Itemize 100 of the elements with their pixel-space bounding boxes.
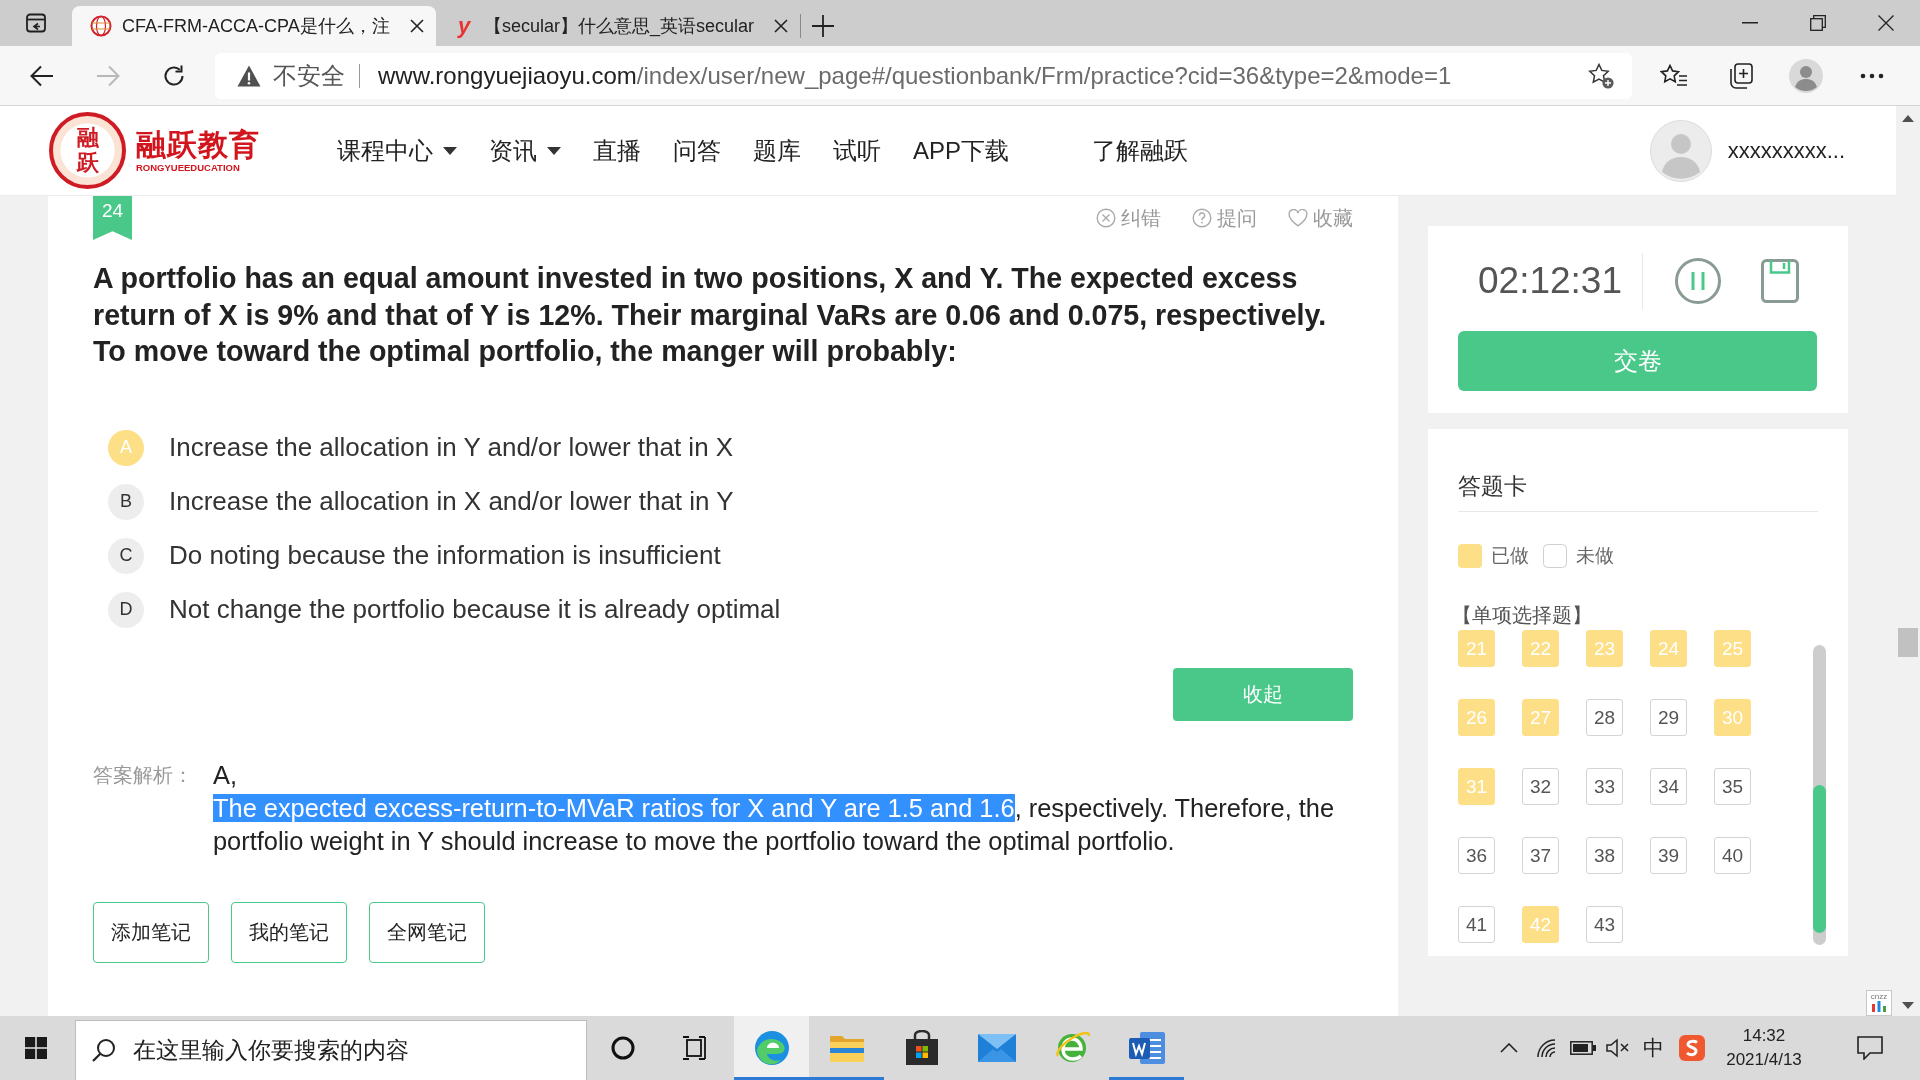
collections-icon[interactable]: [1727, 62, 1753, 89]
search-field[interactable]: 在这里输入你要搜索的内容: [75, 1020, 587, 1080]
question-number-button[interactable]: 38: [1586, 837, 1623, 874]
notes-button[interactable]: 我的笔记: [231, 901, 347, 963]
nav-link[interactable]: 课程中心: [337, 134, 457, 167]
scroll-down-icon[interactable]: [1902, 1002, 1914, 1009]
security-label[interactable]: 不安全: [273, 59, 345, 92]
scrollbar[interactable]: [1813, 645, 1826, 945]
option-marker[interactable]: D: [108, 591, 144, 628]
globe-emblem-icon: [90, 15, 112, 37]
page-scrollbar[interactable]: [1896, 106, 1920, 1016]
question-number-badge: 24: [93, 196, 132, 240]
folder-icon: [828, 1033, 865, 1063]
input-method-indicator[interactable]: 中: [1636, 1034, 1670, 1062]
option-text[interactable]: Do noting because the information is insufficient: [169, 540, 721, 571]
explanation-text: The expected excess-return-to-MVaR ratios for X and Y are 1.5 and 1.6, respectively. Therefore, the portfolio weight in Y should increase to move the portfolio toward the optimal portfolio.: [213, 792, 1336, 857]
question-number-button[interactable]: 34: [1650, 768, 1687, 805]
nav-link[interactable]: 资讯: [489, 134, 561, 167]
timer-text: 02:12:31: [1477, 260, 1623, 302]
scrollbar-thumb[interactable]: [1898, 628, 1918, 657]
warning-icon: [237, 64, 261, 87]
question-number-button[interactable]: 40: [1714, 837, 1751, 874]
nav-link[interactable]: 直播: [593, 134, 641, 167]
answer-card-title: 答题卡: [1458, 471, 1818, 512]
question-number-button[interactable]: 32: [1522, 768, 1559, 805]
circle-question-icon: [1192, 208, 1212, 228]
nav-link[interactable]: 了解融跃: [1092, 134, 1189, 167]
question-number-button[interactable]: 29: [1650, 699, 1687, 736]
star-plus-icon[interactable]: [1588, 62, 1614, 89]
clock-date[interactable]: 2021/4/13: [1726, 1048, 1802, 1072]
reload-icon[interactable]: [163, 64, 185, 87]
legend-label: 已做: [1491, 544, 1529, 568]
envelope-icon: [977, 1034, 1016, 1062]
browser-tab[interactable]: CFA-FRM-ACCA-CPA是什么，注: [72, 6, 436, 46]
shopping-bag-icon: [904, 1030, 939, 1066]
question-number-button[interactable]: 28: [1586, 699, 1623, 736]
ring-icon[interactable]: [611, 1036, 635, 1060]
notes-button[interactable]: 添加笔记: [93, 901, 209, 963]
browser-tab[interactable]: y 【secular】什么意思_英语secular: [436, 6, 800, 46]
logo-tagline: RONGYUEEDUCATION: [136, 161, 240, 174]
analysis-label: 答案解析：: [93, 762, 194, 788]
question-number-button[interactable]: 36: [1458, 837, 1495, 874]
question-number-button[interactable]: 39: [1650, 837, 1687, 874]
back-arrow-icon[interactable]: [30, 64, 54, 87]
chevron-up-icon[interactable]: [1500, 1043, 1518, 1053]
section-title: 【单项选择题】: [1452, 603, 1593, 627]
tab-actions-icon[interactable]: [24, 11, 48, 35]
option-text[interactable]: Increase the allocation in Y and/or lower that in X: [169, 432, 734, 463]
wifi-icon[interactable]: [1536, 1038, 1558, 1058]
nav-link[interactable]: 问答: [673, 134, 721, 167]
stats-badge-label: cnzz: [1870, 992, 1888, 1001]
notification-icon[interactable]: [1857, 1036, 1883, 1060]
task-view-icon[interactable]: [682, 1036, 708, 1060]
notes-button[interactable]: 全网笔记: [369, 901, 485, 963]
option-text[interactable]: Increase the allocation in X and/or lower that in Y: [169, 486, 734, 517]
url-text[interactable]: www.rongyuejiaoyu.com/index/user/new_page#/questionbank/Frm/practice?cid=36&type=2&mode=1: [378, 61, 1452, 90]
start-icon[interactable]: [25, 1037, 47, 1059]
question-number-button[interactable]: 43: [1586, 906, 1623, 943]
filled-swatch-icon: [1458, 544, 1482, 568]
address-bar[interactable]: 不安全 www.rongyuejiaoyu.com/index/user/new_page#/questionbank/Frm/practice?cid=36&type=2&mode=1: [215, 52, 1632, 99]
favicon-letter: y: [456, 15, 472, 37]
browser-icon: [753, 1030, 790, 1066]
question-number-button[interactable]: 33: [1586, 768, 1623, 805]
option-marker[interactable]: C: [108, 537, 144, 574]
favorites-icon[interactable]: [1660, 63, 1688, 88]
close-icon[interactable]: [1878, 15, 1894, 31]
plus-icon[interactable]: [812, 15, 834, 37]
stats-badge[interactable]: cnzz: [1866, 990, 1892, 1016]
question-number-button[interactable]: 41: [1458, 906, 1495, 943]
ime-logo-icon[interactable]: [1679, 1035, 1705, 1061]
scrollbar-thumb[interactable]: [1813, 785, 1826, 933]
circle-x-icon: [1096, 208, 1116, 228]
scroll-up-icon[interactable]: [1902, 115, 1914, 122]
nav-link[interactable]: 试听: [833, 134, 881, 167]
profile-avatar-icon[interactable]: [1789, 58, 1823, 93]
search-icon: [92, 1038, 116, 1062]
battery-icon[interactable]: [1570, 1041, 1596, 1055]
empty-swatch-icon: [1543, 544, 1567, 568]
heart-icon: [1288, 209, 1308, 227]
restore-icon[interactable]: [1810, 15, 1826, 31]
question-number-button[interactable]: 35: [1714, 768, 1751, 805]
minimize-icon[interactable]: [1742, 22, 1758, 24]
nav-link[interactable]: APP下载: [913, 134, 1010, 167]
pause-icon[interactable]: [1675, 258, 1721, 304]
logo-name[interactable]: 融跃教育: [136, 127, 260, 162]
document-icon: [1127, 1031, 1166, 1065]
question-number-button[interactable]: 37: [1522, 837, 1559, 874]
nav-link[interactable]: 题库: [753, 134, 801, 167]
logo-emblem[interactable]: 融跃: [49, 112, 126, 189]
question-text: A portfolio has an equal amount invested in two positions, X and Y. The expected excess return of X is 9% and that of Y is 12%. Their marginal VaRs are 0.06 and 0.075, respectively. To move toward the optimal portfolio, the manger will probably:: [93, 261, 1328, 369]
username[interactable]: xxxxxxxxx...: [1727, 137, 1845, 164]
clock-time[interactable]: 14:32: [1742, 1024, 1786, 1048]
option-text[interactable]: Not change the portfolio because it is already optimal: [169, 594, 781, 625]
close-icon[interactable]: [774, 19, 788, 33]
legend-label: 未做: [1576, 544, 1614, 568]
more-icon[interactable]: [1860, 72, 1884, 79]
save-icon[interactable]: [1761, 259, 1799, 303]
speaker-muted-icon[interactable]: [1606, 1038, 1630, 1058]
close-icon[interactable]: [410, 19, 424, 33]
option-marker[interactable]: B: [108, 483, 144, 520]
